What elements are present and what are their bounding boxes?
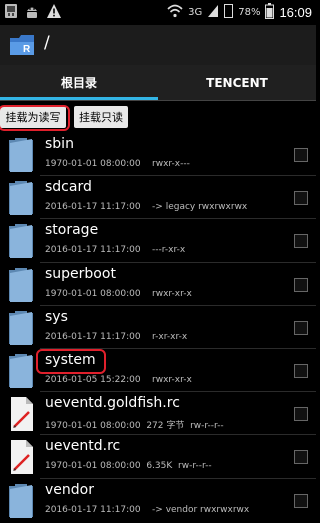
- file-meta: 2016-01-05 15:22:00 rwxr-xr-x: [45, 375, 192, 385]
- file-row-system[interactable]: system 2016-01-05 15:22:00 rwxr-xr-x: [0, 349, 316, 393]
- clock: 16:09: [279, 5, 312, 20]
- select-checkbox[interactable]: [294, 191, 308, 206]
- file-perms: -> vendor rwxrwxrwx: [152, 504, 250, 515]
- select-checkbox[interactable]: [294, 407, 308, 422]
- warning-icon: [46, 3, 62, 23]
- select-checkbox[interactable]: [294, 320, 308, 335]
- file-meta: 2016-01-17 11:17:00 ---r-xr-x: [45, 245, 185, 255]
- folder-icon: [7, 483, 35, 519]
- file-meta: 2016-01-17 11:17:00 -> vendor rwxrwxrwx: [45, 505, 249, 515]
- usb-icon: [4, 3, 18, 23]
- root-explorer-icon[interactable]: R: [8, 31, 36, 59]
- folder-icon: [7, 223, 35, 259]
- status-bar-right: 3G 78% 16:09: [167, 3, 312, 22]
- file-perms: ---r-xr-x: [152, 245, 186, 256]
- tab-root[interactable]: 根目录: [0, 65, 158, 100]
- folder-icon: [7, 180, 35, 216]
- file-row-superboot[interactable]: superboot 1970-01-01 08:00:00 rwxr-xr-x: [0, 263, 316, 306]
- file-row-sdcard[interactable]: sdcard 2016-01-17 11:17:00 -> legacy rwx…: [0, 176, 316, 220]
- file-date: 2016-01-17 11:17:00: [45, 245, 141, 256]
- file-date: 1970-01-01 08:00:00: [45, 288, 141, 299]
- file-meta: 2016-01-17 11:17:00 -> legacy rwxrwxrwx: [45, 202, 247, 212]
- file-name: sbin: [45, 136, 74, 152]
- tab-root-label: 根目录: [60, 76, 97, 90]
- file-name: ueventd.goldfish.rc: [45, 395, 180, 412]
- tab-bar: 根目录 TENCENT: [0, 65, 316, 100]
- select-checkbox[interactable]: [294, 148, 308, 162]
- file-perms: rwxr-x---: [152, 159, 190, 169]
- battery-percent: 78%: [238, 7, 261, 18]
- file-perms: rwxr-xr-x: [152, 288, 192, 299]
- mount-actions: 挂载为读写 挂载只读: [0, 104, 316, 130]
- select-checkbox[interactable]: [294, 234, 308, 249]
- file-row-sys[interactable]: sys 2016-01-17 11:17:00 r-xr-xr-x: [0, 306, 316, 349]
- file-name: sys: [45, 308, 68, 325]
- file-date: 2016-01-17 11:17:00: [45, 202, 141, 213]
- status-bar-left: [4, 3, 62, 23]
- android-debug-icon: [24, 3, 40, 23]
- file-name: superboot: [45, 265, 116, 282]
- folder-icon: [7, 353, 35, 389]
- file-meta: 1970-01-01 08:00:00 272 字节 rw-r--r--: [45, 418, 224, 431]
- network-type: 3G: [188, 7, 203, 18]
- folder-icon: [7, 137, 35, 173]
- file-name: ueventd.rc: [45, 438, 121, 455]
- tab-tencent[interactable]: TENCENT: [158, 65, 316, 100]
- svg-text:R: R: [23, 44, 31, 55]
- file-name: storage: [45, 222, 99, 239]
- app-bar: R /: [0, 25, 316, 65]
- file-row-vendor[interactable]: vendor 2016-01-17 11:17:00 -> vendor rwx…: [0, 479, 316, 522]
- file-name: vendor: [45, 481, 94, 498]
- mount-read-write-button[interactable]: 挂载为读写: [0, 106, 66, 128]
- signal-icon: [207, 4, 219, 21]
- file-perms: r-xr-xr-x: [152, 331, 188, 342]
- mount-read-only-button[interactable]: 挂载只读: [74, 106, 128, 128]
- file-name: system: [45, 351, 96, 368]
- file-name: sdcard: [45, 179, 92, 196]
- file-perms: -> legacy rwxrwxrwx: [152, 202, 248, 213]
- file-date: 1970-01-01 08:00:00: [45, 461, 141, 472]
- folder-icon: [7, 310, 35, 346]
- select-checkbox[interactable]: [294, 450, 308, 465]
- select-checkbox[interactable]: [294, 493, 308, 508]
- file-date: 2016-01-05 15:22:00: [45, 374, 141, 385]
- select-checkbox[interactable]: [294, 363, 308, 378]
- file-perms: rwxr-xr-x: [152, 374, 192, 385]
- file-date: 1970-01-01 08:00:00: [45, 159, 141, 169]
- file-meta: 1970-01-01 08:00:00 rwxr-x---: [45, 159, 190, 169]
- file-size: 6.35K: [146, 461, 173, 472]
- select-checkbox[interactable]: [294, 277, 308, 292]
- sim-icon: [224, 4, 234, 21]
- tab-tencent-label: TENCENT: [206, 75, 268, 90]
- file-meta: 1970-01-01 08:00:00 rwxr-xr-x: [45, 289, 192, 299]
- folder-icon: [7, 267, 35, 303]
- file-date: 1970-01-01 08:00:00: [45, 421, 141, 432]
- file-size: 272 字节: [146, 421, 185, 432]
- status-bar: 3G 78% 16:09: [0, 0, 316, 25]
- file-list: sbin 1970-01-01 08:00:00 rwxr-x--- sdcar…: [0, 133, 316, 522]
- text-file-icon: [7, 396, 35, 432]
- file-row-ueventd-goldfish[interactable]: ueventd.goldfish.rc 1970-01-01 08:00:00 …: [0, 392, 316, 436]
- current-path: /: [44, 33, 50, 53]
- wifi-icon: [167, 4, 183, 21]
- file-perms: rw-r--r--: [190, 421, 224, 432]
- file-row-ueventd[interactable]: ueventd.rc 1970-01-01 08:00:00 6.35K rw-…: [0, 435, 316, 479]
- tab-divider: [0, 100, 316, 101]
- file-date: 2016-01-17 11:17:00: [45, 504, 141, 515]
- battery-icon: [265, 3, 275, 22]
- file-row-storage[interactable]: storage 2016-01-17 11:17:00 ---r-xr-x: [0, 219, 316, 263]
- file-meta: 2016-01-17 11:17:00 r-xr-xr-x: [45, 332, 187, 342]
- file-perms: rw-r--r--: [178, 461, 212, 472]
- file-date: 2016-01-17 11:17:00: [45, 331, 141, 342]
- file-meta: 1970-01-01 08:00:00 6.35K rw-r--r--: [45, 461, 212, 471]
- file-row-sbin[interactable]: sbin 1970-01-01 08:00:00 rwxr-x---: [0, 133, 316, 177]
- text-file-icon: [7, 439, 35, 475]
